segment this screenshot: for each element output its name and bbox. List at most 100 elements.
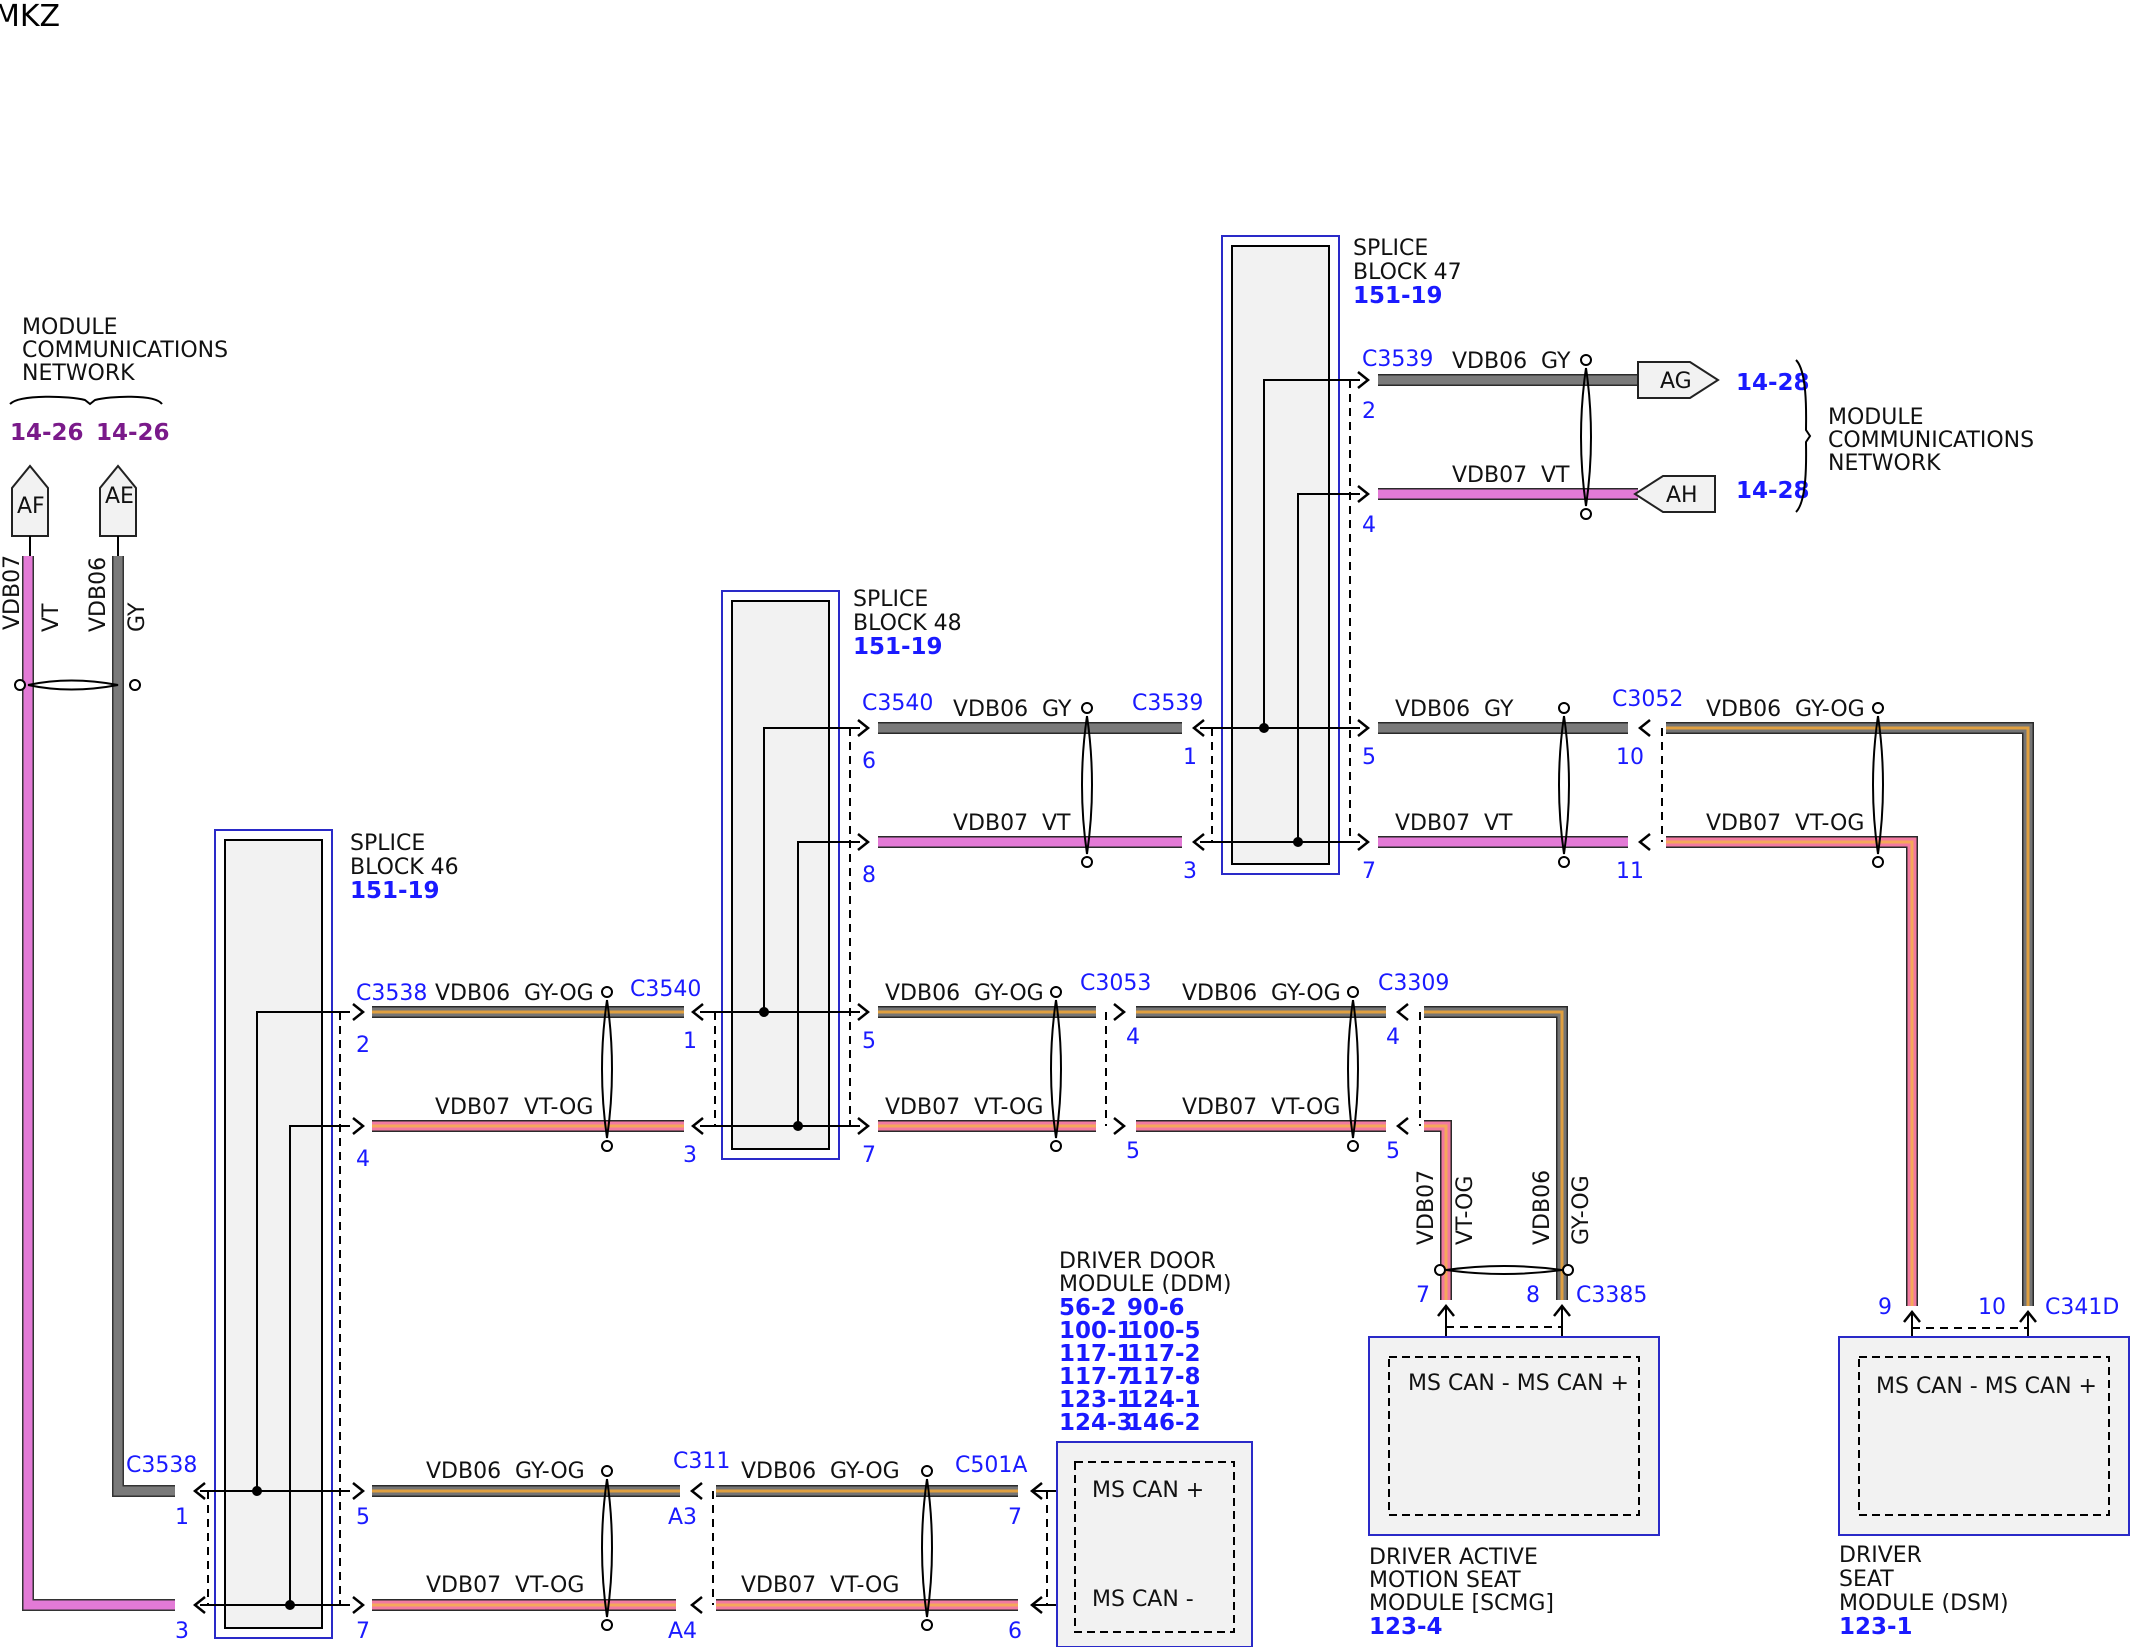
ddm-module[interactable]: DRIVER DOOR MODULE (DDM) 56-2 90-6100-110… [1056, 1249, 1253, 1647]
ah-ref[interactable]: 14-28 [1736, 478, 1810, 504]
pin-label: 1 [683, 1029, 697, 1054]
w-c501-gyog-name: VDB06 [741, 1459, 816, 1484]
ddm-ref-link[interactable]: 146-2 [1127, 1410, 1201, 1436]
pin-label: 10 [1616, 745, 1644, 770]
conn-c3538-b[interactable]: C3538 [126, 1453, 197, 1478]
splice48-ref[interactable]: 151-19 [853, 634, 943, 660]
conn-c501a[interactable]: C501A [955, 1453, 1027, 1478]
left-network-ref-af[interactable]: 14-26 [10, 420, 84, 446]
scmg-module[interactable]: MS CAN - MS CAN + DRIVER ACTIVE MOTION S… [1368, 1336, 1660, 1640]
pin-label: 2 [356, 1033, 370, 1058]
splice47-line2: BLOCK 47 [1353, 260, 1462, 285]
connector-arrow [1395, 1003, 1409, 1021]
w-dsm-gyog-name: VDB06 [1706, 697, 1781, 722]
pin-label: 1 [1183, 745, 1197, 770]
connector-arrow [352, 1596, 366, 1614]
w-sb48-gy-name: VDB06 [953, 697, 1028, 722]
conn-c3053[interactable]: C3053 [1080, 971, 1151, 996]
pin-label: 8 [862, 863, 876, 888]
conn-c3540-b[interactable]: C3540 [862, 691, 933, 716]
w-sb47-ah-color: VT [1541, 463, 1570, 488]
w-sb47-vt-color: VT [1484, 811, 1513, 836]
ae-wire-color: GY [125, 602, 150, 632]
conn-c3539-a[interactable]: C3539 [1132, 691, 1203, 716]
w-c3309-gyog-color: GY-OG [1271, 981, 1341, 1006]
w-dsm-vtog-color: VT-OG [1795, 811, 1864, 836]
w-c3053-gyog-name: VDB06 [885, 981, 960, 1006]
splice47-ref[interactable]: 151-19 [1353, 283, 1443, 309]
w-sb48-gy-color: GY [1042, 697, 1072, 722]
pin-label: 6 [1008, 1619, 1022, 1644]
w-c3053-gyog-color: GY-OG [974, 981, 1044, 1006]
twisted-pair-marker [1434, 1264, 1574, 1276]
ag-ref[interactable]: 14-28 [1736, 370, 1810, 396]
scmg-box[interactable] [1368, 1336, 1660, 1536]
vdb06-gy-left-wire [113, 556, 175, 1496]
conn-c3539-b[interactable]: C3539 [1362, 347, 1433, 372]
w-scmg-gy-name: VDB06 [1530, 1170, 1555, 1245]
conn-c341d[interactable]: C341D [2045, 1295, 2119, 1320]
dsm-module[interactable]: MS CAN - MS CAN + DRIVER SEAT MODULE (DS… [1838, 1336, 2130, 1640]
conn-c3385[interactable]: C3385 [1576, 1283, 1647, 1308]
scmg-title-line2: MOTION SEAT [1369, 1568, 1521, 1593]
ae-tag-label: AE [105, 484, 134, 509]
dsm-box[interactable] [1838, 1336, 2130, 1536]
pin-label: 5 [1386, 1139, 1400, 1164]
page-title: MKZ [0, 0, 60, 34]
w-scmg-gy-color: GY-OG [1569, 1175, 1594, 1245]
ddm-title-line1: DRIVER DOOR [1059, 1249, 1216, 1274]
ddm-pin-plus: MS CAN + [1092, 1478, 1204, 1503]
w-c501-vtog-name: VDB07 [741, 1573, 816, 1598]
splice47-line1: SPLICE [1353, 236, 1428, 261]
left-network-ref-ae[interactable]: 14-26 [96, 420, 170, 446]
w-sb46-gyog-color: GY-OG [524, 981, 594, 1006]
left-network-title-line2: COMMUNICATIONS [22, 338, 228, 363]
pin-label: 8 [1526, 1283, 1540, 1308]
w-sb46-vtog-color: VT-OG [524, 1095, 593, 1120]
splice46-line2: BLOCK 46 [350, 855, 459, 880]
ddm-ref-link[interactable]: 124-3 [1059, 1410, 1133, 1436]
ah-tag-label: AH [1666, 483, 1698, 508]
splice-block-48[interactable]: SPLICE BLOCK 48 151-19 [700, 587, 962, 1160]
pin-label: 7 [356, 1619, 370, 1644]
dsm-title-line3: MODULE (DSM) [1839, 1591, 2009, 1616]
conn-c3538-a[interactable]: C3538 [356, 981, 427, 1006]
conn-c3540-a[interactable]: C3540 [630, 977, 701, 1002]
ddm-pin-minus: MS CAN - [1092, 1587, 1194, 1612]
splice46-line1: SPLICE [350, 831, 425, 856]
splice-block-47[interactable]: SPLICE BLOCK 47 151-19 [1200, 235, 1462, 875]
connector-arrow [1113, 1117, 1127, 1135]
connector-arrow [352, 1117, 366, 1135]
conn-c3052[interactable]: C3052 [1612, 687, 1683, 712]
w-c311-gyog-color: GY-OG [515, 1459, 585, 1484]
right-network-title-line2: COMMUNICATIONS [1828, 428, 2034, 453]
w-c3309-vtog-name: VDB07 [1182, 1095, 1257, 1120]
pin-label: 4 [1362, 513, 1376, 538]
af-tag-label: AF [17, 494, 45, 519]
scmg-title-line1: DRIVER ACTIVE [1369, 1545, 1538, 1570]
pin-label: 4 [1386, 1025, 1400, 1050]
scmg-ref[interactable]: 123-4 [1369, 1614, 1443, 1640]
af-wire-color: VT [39, 603, 64, 632]
w-sb48-vt-color: VT [1042, 811, 1071, 836]
w-c311-vtog-name: VDB07 [426, 1573, 501, 1598]
w-c3309-vtog-color: VT-OG [1271, 1095, 1340, 1120]
af-wire-name: VDB07 [0, 555, 25, 630]
pin-label: 9 [1878, 1295, 1892, 1320]
conn-c3309[interactable]: C3309 [1378, 971, 1449, 996]
scmg-inner-label: MS CAN - MS CAN + [1408, 1371, 1629, 1396]
pin-label: 2 [1362, 399, 1376, 424]
splice-block-46[interactable]: SPLICE BLOCK 46 151-19 [200, 829, 459, 1639]
conn-c311[interactable]: C311 [673, 1449, 730, 1474]
w-sb46-gyog-name: VDB06 [435, 981, 510, 1006]
dsm-vtog-wire [1666, 837, 1917, 1306]
splice46-ref[interactable]: 151-19 [350, 878, 440, 904]
w-c3309-gyog-name: VDB06 [1182, 981, 1257, 1006]
w-c501-gyog-color: GY-OG [830, 1459, 900, 1484]
ddm-box[interactable] [1056, 1441, 1253, 1647]
w-c311-vtog-color: VT-OG [515, 1573, 584, 1598]
left-network-brace [9, 395, 163, 406]
dsm-title-line1: DRIVER [1839, 1543, 1922, 1568]
dsm-ref[interactable]: 123-1 [1839, 1614, 1913, 1640]
connector-arrow [352, 1482, 366, 1500]
